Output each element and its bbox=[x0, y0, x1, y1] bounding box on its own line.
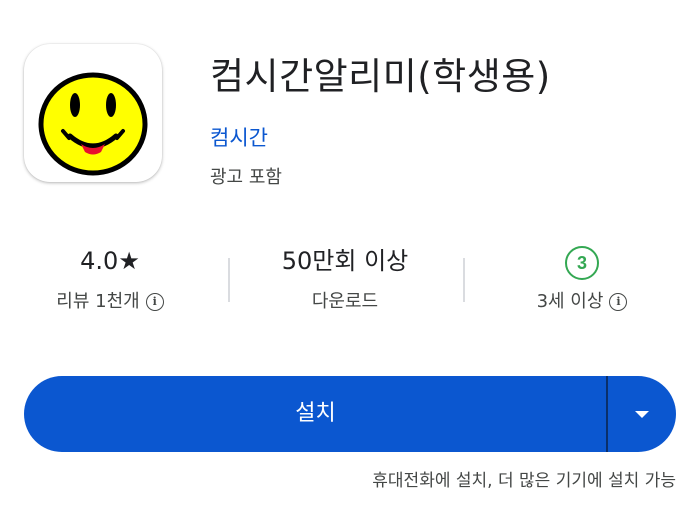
ads-note: 광고 포함 bbox=[210, 167, 282, 188]
install-note: 휴대전화에 설치, 더 많은 기기에 설치 가능 bbox=[372, 471, 676, 491]
rating-label: 리뷰 1천개 bbox=[56, 291, 140, 312]
smiley-face-icon bbox=[38, 72, 148, 176]
stat-divider bbox=[228, 258, 230, 302]
downloads-value: 50만회 이상 bbox=[281, 247, 409, 275]
app-icon bbox=[24, 44, 162, 182]
rating-value: 4.0★ bbox=[80, 247, 140, 275]
info-icon[interactable]: i bbox=[609, 293, 628, 311]
downloads-stat: 50만회 이상 다운로드 bbox=[255, 244, 435, 313]
age-rating-stat[interactable]: 3 3세 이상 i bbox=[492, 244, 672, 313]
developer-link[interactable]: 컴시간 bbox=[210, 122, 268, 152]
stat-divider bbox=[463, 258, 465, 302]
downloads-label: 다운로드 bbox=[311, 291, 379, 312]
age-rating-badge-row: 3 bbox=[492, 244, 672, 280]
rating-label-row: 리뷰 1천개 i bbox=[20, 287, 200, 313]
age-label-row: 3세 이상 i bbox=[492, 287, 672, 313]
age-rating-label: 3세 이상 bbox=[536, 291, 604, 312]
age-rating-badge: 3 bbox=[565, 246, 599, 280]
app-title: 컴시간알리미(학생용) bbox=[210, 55, 551, 98]
install-options-button[interactable] bbox=[608, 376, 676, 452]
rating-stat[interactable]: 4.0★ 리뷰 1천개 i bbox=[20, 244, 200, 313]
info-icon[interactable]: i bbox=[145, 293, 164, 311]
caret-down-icon bbox=[635, 411, 649, 418]
install-button[interactable]: 설치 bbox=[24, 376, 607, 452]
